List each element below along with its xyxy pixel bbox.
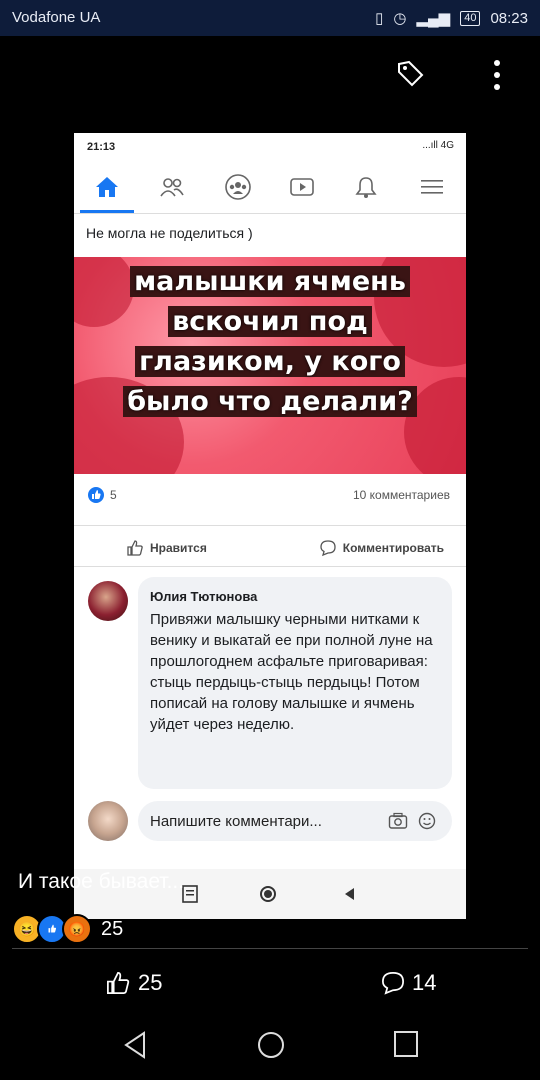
post-stats: 5 10 комментариев — [74, 485, 466, 513]
inner-network: ...ıll 4G — [422, 140, 454, 151]
thumbs-up-icon — [127, 540, 143, 556]
inner-clock: 21:13 — [87, 141, 116, 153]
comment-action[interactable]: 14 — [380, 970, 436, 996]
like-reaction-icon — [88, 487, 104, 503]
like-button[interactable]: Нравится — [126, 539, 207, 557]
camera-icon[interactable] — [388, 812, 408, 835]
friends-icon[interactable] — [158, 173, 186, 201]
alarm-icon: ◷ — [393, 10, 407, 27]
recent-apps-icon[interactable] — [393, 1030, 419, 1058]
comments-count[interactable]: 10 комментариев — [353, 488, 450, 502]
like-action[interactable]: 25 — [104, 970, 162, 996]
meme-image[interactable]: малышки ячмень вскочил под глазиком, у к… — [74, 257, 466, 474]
groups-icon[interactable] — [224, 173, 252, 201]
meme-line: вскочил под — [168, 306, 372, 337]
reaction-count: 25 — [101, 917, 124, 940]
comment-bubble[interactable]: Юлия Тютюнова Привяжи малышку черными ни… — [138, 577, 452, 789]
like-label: Нравится — [150, 541, 207, 555]
comment-input[interactable]: Напишите комментари... — [138, 801, 452, 841]
post-actions: Нравится Комментировать — [74, 525, 466, 567]
video-icon[interactable] — [288, 173, 316, 201]
active-tab-indicator — [80, 210, 134, 213]
next-post-partial — [74, 855, 466, 869]
post-caption: И такое бывает... — [18, 870, 185, 893]
home-button-icon[interactable] — [259, 885, 277, 903]
emoji-icon[interactable] — [418, 812, 436, 835]
back-icon[interactable] — [342, 886, 356, 902]
inner-status-bar: 21:13 ...ıll 4G — [74, 133, 466, 159]
angry-reaction-icon: 😡 — [62, 914, 92, 944]
reaction-summary[interactable]: 😆 😡 25 — [12, 914, 123, 944]
comment-icon — [320, 540, 336, 557]
back-icon[interactable] — [122, 1030, 148, 1060]
post-text: Не могла не поделиться ) — [86, 225, 253, 241]
comment-count: 14 — [412, 970, 437, 995]
thumbs-up-icon — [107, 972, 130, 994]
facebook-nav — [74, 161, 466, 214]
meme-line: глазиком, у кого — [135, 346, 405, 377]
meme-line: было что делали? — [123, 386, 417, 417]
comment-label: Комментировать — [342, 541, 444, 555]
more-options-icon[interactable] — [490, 58, 504, 97]
comment-input-placeholder: Напишите комментари... — [150, 813, 322, 830]
menu-icon[interactable] — [418, 173, 446, 201]
battery-icon: 40 — [460, 10, 481, 26]
recent-apps-icon[interactable] — [182, 885, 198, 903]
avatar[interactable] — [88, 581, 128, 621]
notifications-bell-icon[interactable] — [352, 173, 380, 201]
like-count: 25 — [138, 970, 163, 995]
comment-text: Привяжи малышку черными нитками к венику… — [150, 611, 433, 733]
comment-author[interactable]: Юлия Тютюнова — [150, 589, 257, 604]
reaction-count[interactable]: 5 — [110, 488, 117, 502]
shared-screenshot[interactable]: 21:13 ...ıll 4G Не могла не поделиться ) — [74, 133, 466, 919]
meme-line: малышки ячмень — [130, 266, 410, 297]
comment-button[interactable]: Комментировать — [319, 539, 444, 557]
vibrate-icon: ▯ — [375, 10, 384, 27]
status-bar: Vodafone UA ▯ ◷ ▂▄▆ 40 08:23 — [0, 0, 540, 36]
divider — [12, 948, 528, 949]
comment-icon — [382, 972, 404, 995]
avatar — [88, 801, 128, 841]
signal-icon: ▂▄▆ — [416, 10, 451, 27]
clock: 08:23 — [490, 9, 528, 27]
home-button-icon[interactable] — [256, 1030, 286, 1060]
tag-icon[interactable] — [395, 58, 425, 93]
home-icon[interactable] — [93, 173, 121, 201]
status-icons: ▯ ◷ ▂▄▆ 40 08:23 — [375, 9, 528, 28]
meme-caption: малышки ячмень вскочил под глазиком, у к… — [74, 262, 466, 422]
carrier-name: Vodafone UA — [12, 9, 101, 26]
